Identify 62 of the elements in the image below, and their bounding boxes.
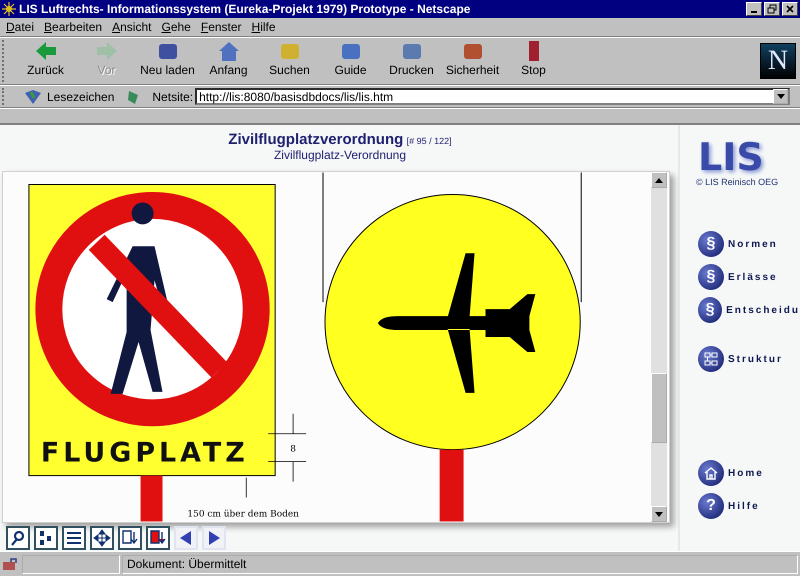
structure-icon (698, 346, 724, 372)
document-down-icon (149, 529, 167, 547)
paragraph-icon: § (698, 297, 722, 323)
nav-link[interactable]: Home (698, 460, 800, 486)
document-tool-button[interactable] (6, 526, 30, 550)
menu-item[interactable]: Datei (2, 20, 40, 34)
paragraph-icon: § (698, 231, 724, 257)
document-tool-button[interactable] (118, 526, 142, 550)
lis-logo: LIS (698, 137, 764, 177)
bookmark-icon (23, 88, 43, 104)
scroll-up-button[interactable] (651, 172, 667, 188)
sun-icon (2, 2, 16, 16)
copyright-text: © LIS Reinisch OEG (696, 177, 780, 187)
document-down-icon (121, 529, 139, 547)
scroll-down-button[interactable] (651, 506, 667, 522)
browser-logo[interactable]: N (760, 43, 796, 79)
paragraph-icon: § (698, 264, 724, 290)
menu-item[interactable]: Gehe (157, 20, 197, 34)
up-arrow-icon (655, 178, 663, 182)
toolbar-button[interactable]: Stop (503, 39, 564, 83)
house-icon (698, 460, 724, 486)
url-field[interactable]: http://lis:8080/basisdbdocs/lis/lis.htm (195, 88, 790, 105)
toolbar-button[interactable]: Drucken (381, 39, 442, 83)
close-button[interactable] (782, 2, 798, 16)
menu-item[interactable]: Fenster (196, 20, 248, 34)
document-tool-button[interactable] (146, 526, 170, 550)
move-arrows-icon (93, 529, 111, 547)
page-title: Zivilflugplatzverordnung (228, 131, 404, 148)
nav-link[interactable]: ? Hilfe (698, 493, 800, 519)
toolbar-button[interactable]: Suchen (259, 39, 320, 83)
menu-item[interactable]: Bearbeiten (40, 20, 108, 34)
nav-link[interactable]: § Entscheidu (698, 297, 800, 323)
toolbar-button[interactable]: Neu laden (137, 39, 198, 83)
scroll-thumb[interactable] (651, 373, 667, 443)
minimize-icon (751, 11, 757, 13)
bookmarks-button[interactable]: Lesezeichen (13, 88, 120, 104)
minimize-button[interactable] (746, 2, 762, 16)
restore-icon (767, 4, 777, 14)
close-icon (785, 4, 795, 14)
security-status-icon (2, 557, 18, 571)
toolbar-button[interactable]: Sicherheit (442, 39, 503, 83)
document-counter: [# 95 / 122] (406, 136, 452, 146)
toolbar-button[interactable]: Zurück (15, 39, 76, 83)
vertical-scrollbar[interactable] (651, 172, 667, 522)
toolbar-button[interactable]: Guide (320, 39, 381, 83)
restore-button[interactable] (764, 2, 780, 16)
lines-icon (65, 529, 83, 547)
page-subtitle: Zivilflugplatz-Verordnung (272, 148, 408, 162)
down-arrow-icon (655, 512, 663, 516)
document-tool-button[interactable] (34, 526, 58, 550)
document-tool-button[interactable] (62, 526, 86, 550)
menu-item[interactable]: Ansicht (108, 20, 158, 34)
location-label: Netsite: (152, 90, 194, 104)
window-title: LIS Luftrechts- Informationssystem (Eureka-Projekt 1979) Prototype - Netscape (19, 2, 472, 16)
document-tool-button[interactable] (90, 526, 114, 550)
toolbar-button[interactable]: Anfang (198, 39, 259, 83)
nav-link[interactable]: § Normen (698, 231, 800, 257)
nav-link[interactable]: § Erlässe (698, 264, 800, 290)
status-text: Dokument: Übermittelt (122, 554, 798, 574)
menu-item[interactable]: Hilfe (248, 20, 282, 34)
nav-link[interactable]: Struktur (698, 346, 800, 372)
question-icon: ? (698, 493, 724, 519)
